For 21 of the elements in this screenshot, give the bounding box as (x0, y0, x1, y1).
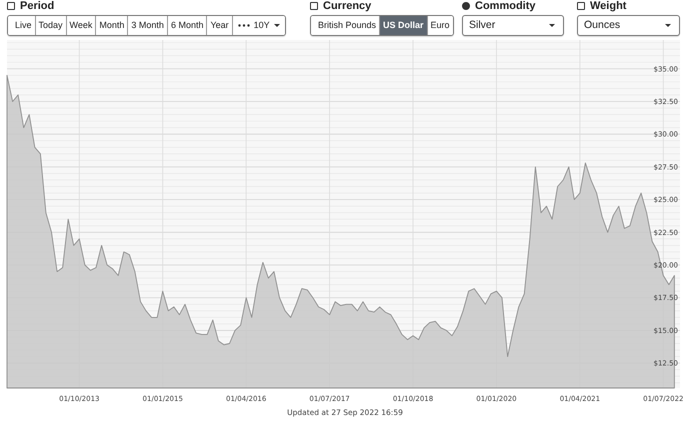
currency-button[interactable]: US Dollar (379, 16, 427, 34)
currency-label: Currency (323, 0, 372, 12)
currency-button[interactable]: Euro (426, 16, 453, 34)
commodity-label: Commodity (475, 0, 536, 12)
caret-icon (549, 24, 555, 26)
period-button[interactable]: Today (34, 16, 66, 34)
period-button[interactable]: Year (206, 16, 232, 34)
period-button[interactable]: Live (8, 16, 35, 34)
period-button[interactable]: 3 Month (127, 16, 167, 34)
weight-label: Weight (590, 0, 626, 12)
weight-select[interactable]: Ounces (577, 14, 680, 36)
more-icon (238, 24, 250, 26)
period-button[interactable]: Week (66, 16, 96, 34)
caret-icon (274, 24, 280, 26)
period-button[interactable]: 6 Month (166, 16, 206, 34)
caret-icon (665, 24, 671, 26)
commodity-select[interactable]: Silver (462, 14, 564, 36)
period-dropdown[interactable]: 10Y (232, 16, 285, 34)
period-button[interactable]: Month (95, 16, 128, 34)
currency-button[interactable]: British Pounds (311, 16, 380, 34)
period-label: Period (20, 0, 54, 12)
